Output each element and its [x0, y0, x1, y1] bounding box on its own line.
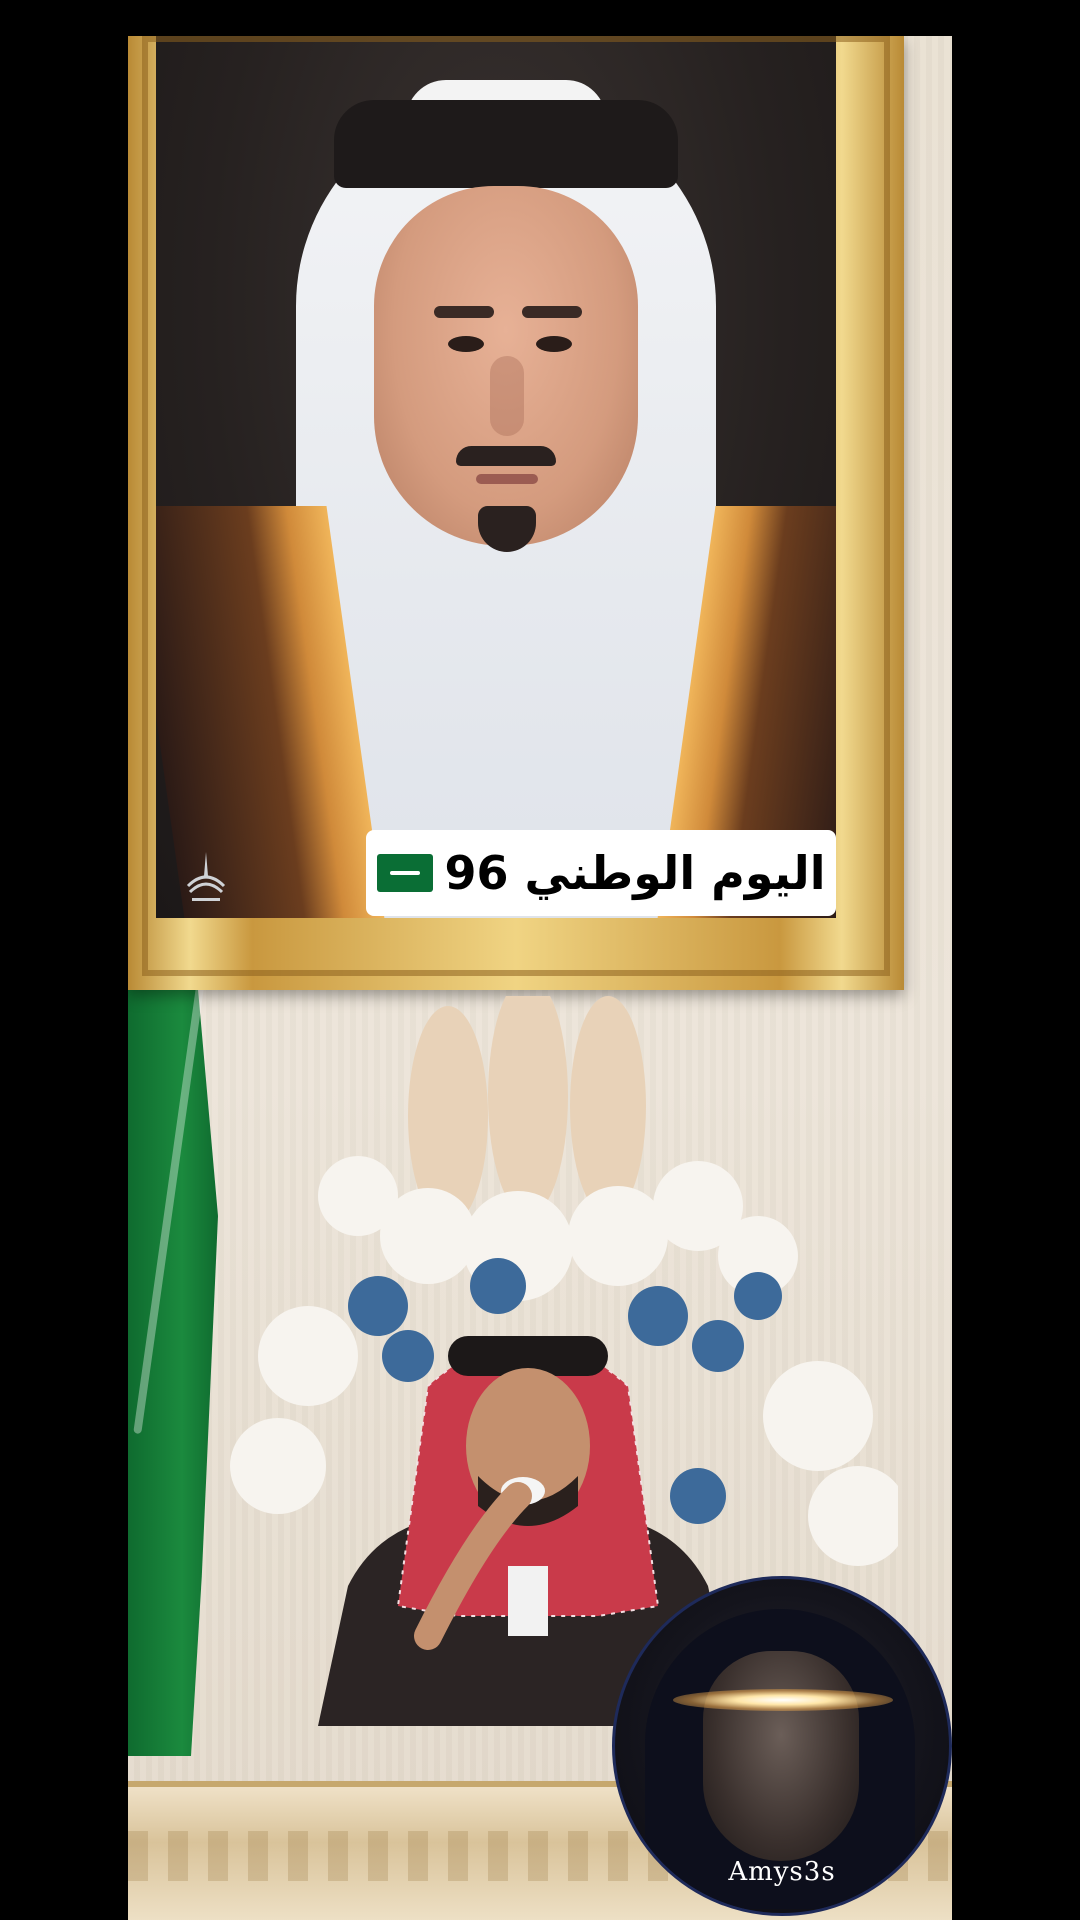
portrait-painting — [156, 36, 836, 918]
caption-text: اليوم الوطني 96 — [444, 846, 826, 900]
avatar-username: Amys3s — [728, 1857, 836, 1887]
eyebrow-right — [522, 306, 582, 318]
mouth — [476, 474, 538, 484]
mustache — [456, 446, 556, 466]
saudi-flag-icon — [376, 854, 433, 892]
beard — [478, 506, 536, 552]
ministry-emblem-icon — [186, 852, 226, 901]
headdress-top — [406, 80, 606, 120]
caption-banner: اليوم الوطني 96 — [366, 830, 836, 916]
eye-left — [448, 336, 484, 352]
eye-right — [536, 336, 572, 352]
avatar-profile-circle[interactable]: Amys3s — [612, 1576, 952, 1916]
portrait-face — [374, 186, 638, 546]
agal-band — [334, 100, 678, 188]
nose — [490, 356, 524, 436]
avatar-face — [703, 1651, 859, 1861]
eyebrow-left — [434, 306, 494, 318]
bisht-cloak-left — [156, 506, 386, 918]
ghutra-headdress — [296, 96, 716, 918]
avatar-glowing-eyes — [673, 1689, 893, 1711]
